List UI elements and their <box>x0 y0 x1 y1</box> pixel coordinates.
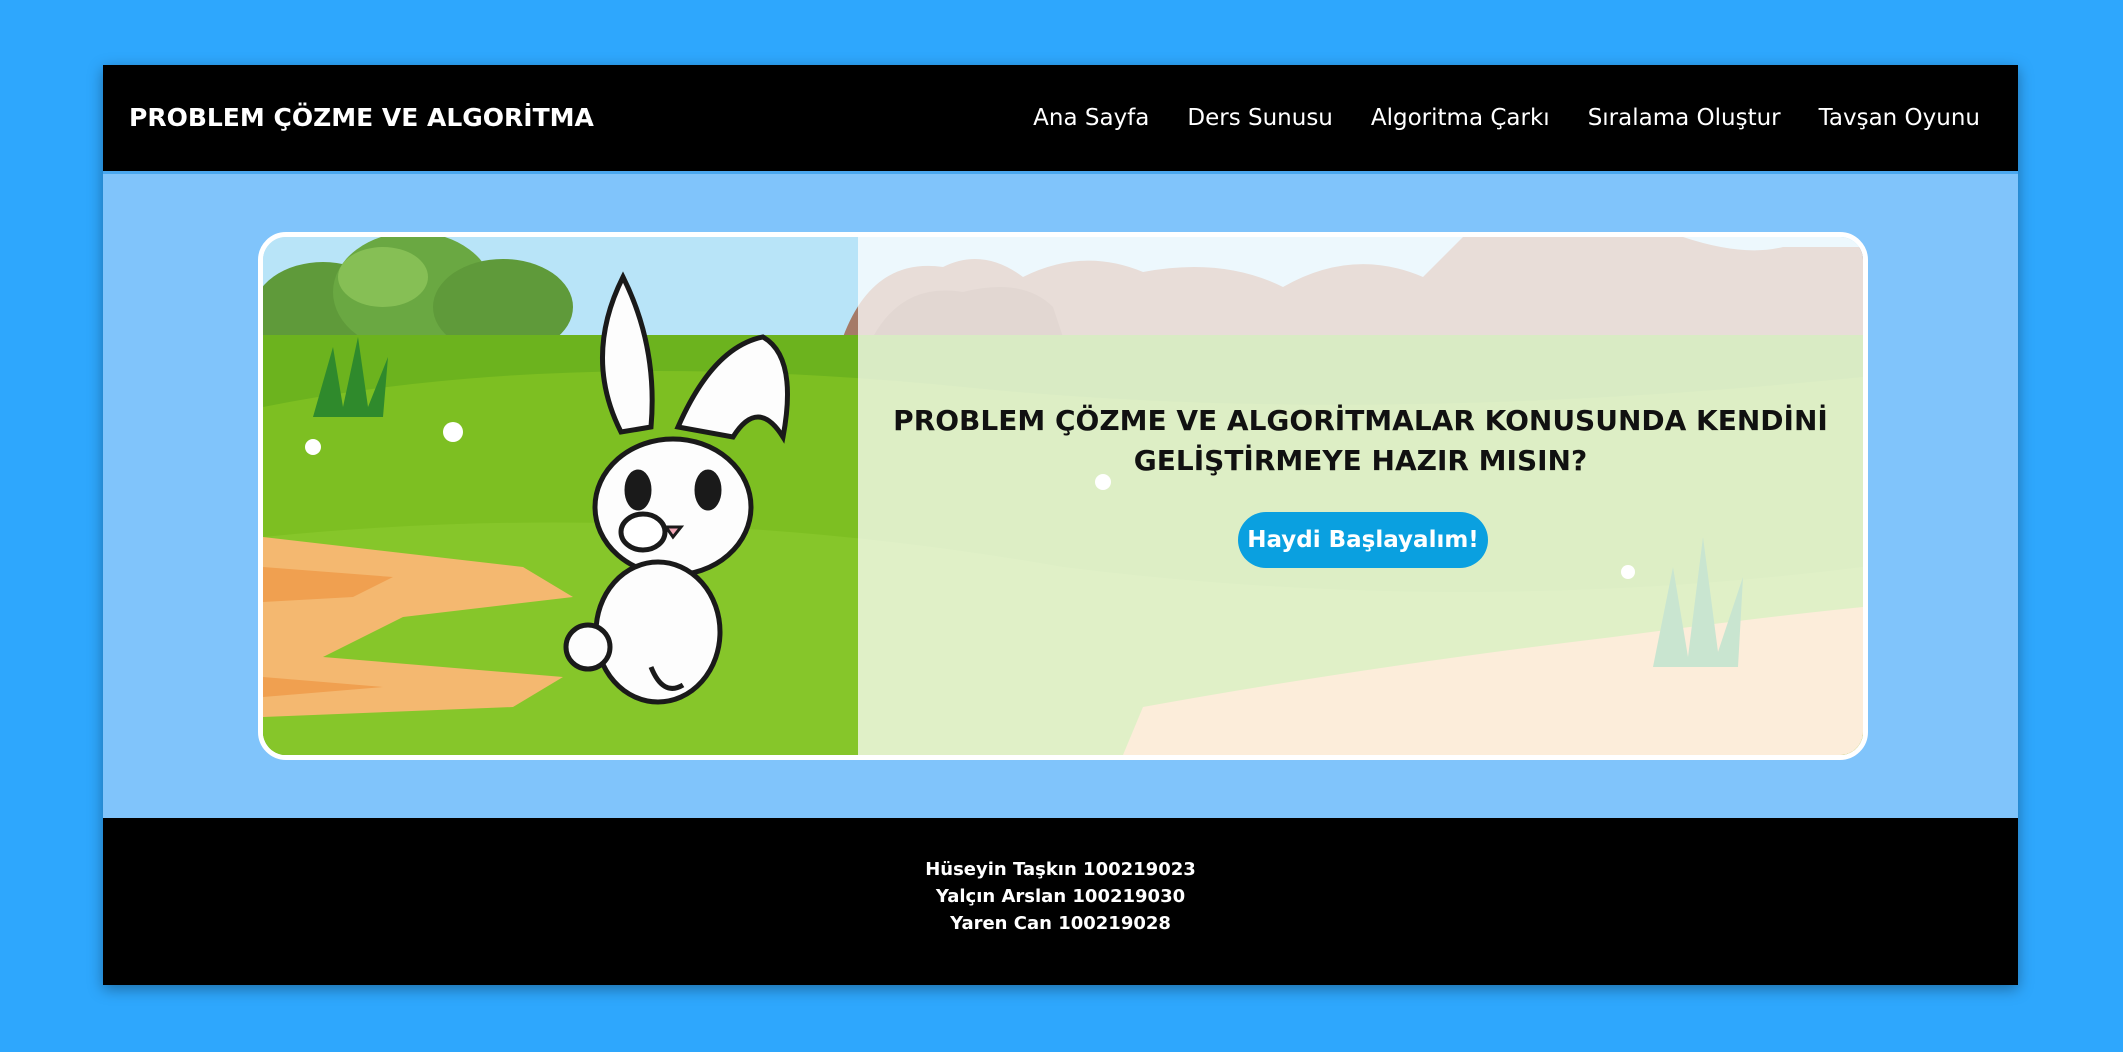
hero-title-line-2: GELİŞTİRMEYE HAZIR MISIN? <box>1133 444 1588 477</box>
top-navbar: PROBLEM ÇÖZME VE ALGORİTMA Ana Sayfa Der… <box>103 65 2018 174</box>
credit-item: Yalçın Arslan 100219030 <box>935 886 1186 907</box>
credits-list: Hüseyin Taşkın 100219023 Yalçın Arslan 1… <box>103 856 2018 937</box>
nav-ana-sayfa[interactable]: Ana Sayfa <box>1033 105 1149 131</box>
footer: Hüseyin Taşkın 100219023 Yalçın Arslan 1… <box>103 818 2018 985</box>
site-frame: PROBLEM ÇÖZME VE ALGORİTMA Ana Sayfa Der… <box>103 65 2018 985</box>
hero-title-line-1: PROBLEM ÇÖZME VE ALGORİTMALAR KONUSUNDA … <box>893 404 1828 437</box>
hero-banner: PROBLEM ÇÖZME VE ALGORİTMALAR KONUSUNDA … <box>258 232 1868 760</box>
nav-ders-sunusu[interactable]: Ders Sunusu <box>1187 105 1333 131</box>
site-brand[interactable]: PROBLEM ÇÖZME VE ALGORİTMA <box>129 65 594 171</box>
start-button[interactable]: Haydi Başlayalım! <box>1238 512 1488 568</box>
hero-overlay <box>858 237 1863 755</box>
main-nav: Ana Sayfa Ders Sunusu Algoritma Çarkı Sı… <box>1033 65 1980 171</box>
nav-tavsan-oyunu[interactable]: Tavşan Oyunu <box>1819 105 1980 131</box>
credit-item: Hüseyin Taşkın 100219023 <box>925 859 1196 880</box>
main-content: PROBLEM ÇÖZME VE ALGORİTMALAR KONUSUNDA … <box>103 174 2018 818</box>
nav-algoritma-carki[interactable]: Algoritma Çarkı <box>1371 105 1550 131</box>
credit-item: Yaren Can 100219028 <box>950 913 1171 934</box>
nav-siralama-olustur[interactable]: Sıralama Oluştur <box>1588 105 1781 131</box>
hero-title: PROBLEM ÇÖZME VE ALGORİTMALAR KONUSUNDA … <box>883 401 1838 481</box>
